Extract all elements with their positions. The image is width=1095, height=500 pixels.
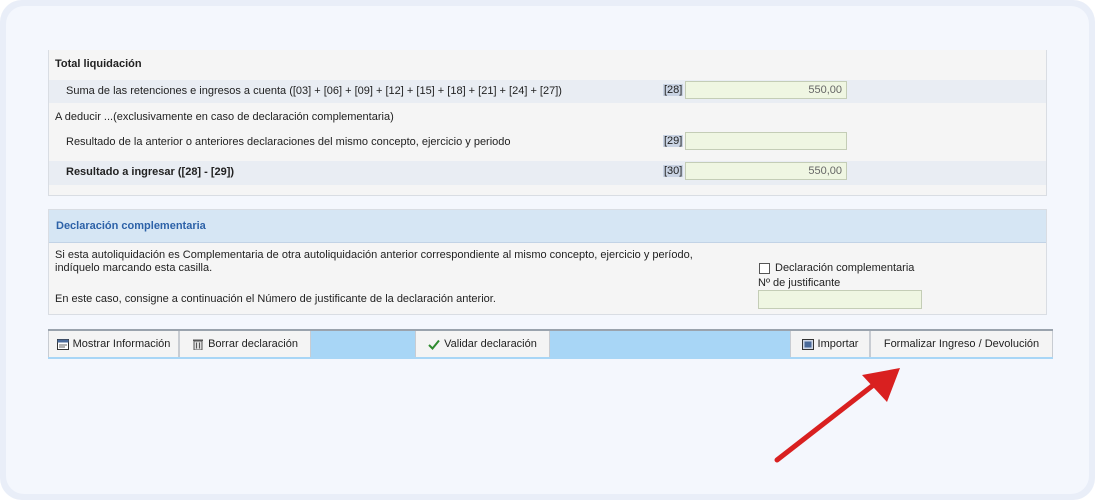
complementaria-text-line2: indíquelo marcando esta casilla. [55, 262, 213, 274]
complementaria-text2: En este caso, consigne a continuación el… [55, 293, 496, 305]
validar-declaracion-label: Validar declaración [444, 338, 537, 350]
row-30-label: Resultado a ingresar ([28] - [29]) [66, 166, 235, 178]
bottom-toolbar: Mostrar Información Borrar declaración V… [48, 329, 1053, 359]
row-28-label: Suma de las retenciones e ingresos a cue… [66, 85, 562, 97]
row-29-label: Resultado de la anterior o anteriores de… [66, 136, 511, 148]
importar-label: Importar [817, 338, 859, 350]
complementaria-checkbox-group[interactable]: Declaración complementaria [759, 262, 914, 274]
row-28: Suma de las retenciones e ingresos a cue… [49, 80, 1046, 103]
mostrar-informacion-label: Mostrar Información [72, 338, 171, 350]
complementaria-checkbox[interactable] [759, 262, 770, 274]
complementaria-panel: Declaración complementaria Si esta autol… [48, 209, 1047, 315]
info-window-icon [56, 338, 69, 350]
row-29: Resultado de la anterior o anteriores de… [49, 131, 1046, 155]
code-28: [28] [663, 84, 684, 96]
section-title: Total liquidación [55, 58, 142, 70]
complementaria-text-line1: Si esta autoliquidación es Complementari… [55, 249, 693, 261]
row-30: Resultado a ingresar ([28] - [29]) [30] … [49, 161, 1046, 185]
import-icon [801, 338, 814, 350]
checkmark-icon [428, 339, 440, 350]
validar-declaracion-button[interactable]: Validar declaración [415, 331, 550, 357]
importar-button[interactable]: Importar [790, 331, 870, 357]
field-28[interactable]: 550,00 [685, 81, 847, 99]
field-29[interactable] [685, 132, 847, 150]
deduct-label: A deducir ...(exclusivamente en caso de … [55, 111, 394, 123]
complementaria-checkbox-label: Declaración complementaria [775, 262, 915, 274]
borrar-declaracion-button[interactable]: Borrar declaración [179, 331, 311, 357]
formalizar-ingreso-button[interactable]: Formalizar Ingreso / Devolución [870, 331, 1053, 357]
borrar-declaracion-label: Borrar declaración [208, 338, 298, 350]
formalizar-ingreso-label: Formalizar Ingreso / Devolución [883, 338, 1040, 350]
field-30[interactable]: 550,00 [685, 162, 847, 180]
justificante-input[interactable] [758, 290, 922, 309]
screenshot-frame: Total liquidación Suma de las retencione… [0, 0, 1095, 500]
complementaria-title: Declaración complementaria [56, 220, 206, 232]
complementaria-header: Declaración complementaria [49, 210, 1046, 243]
trash-icon [193, 339, 204, 350]
total-liquidacion-panel: Total liquidación Suma de las retencione… [48, 50, 1047, 196]
deduct-row: A deducir ...(exclusivamente en caso de … [49, 108, 1046, 126]
mostrar-informacion-button[interactable]: Mostrar Información [48, 331, 179, 357]
code-29: [29] [663, 135, 684, 147]
code-30: [30] [663, 165, 684, 177]
justificante-label: Nº de justificante [758, 277, 841, 289]
